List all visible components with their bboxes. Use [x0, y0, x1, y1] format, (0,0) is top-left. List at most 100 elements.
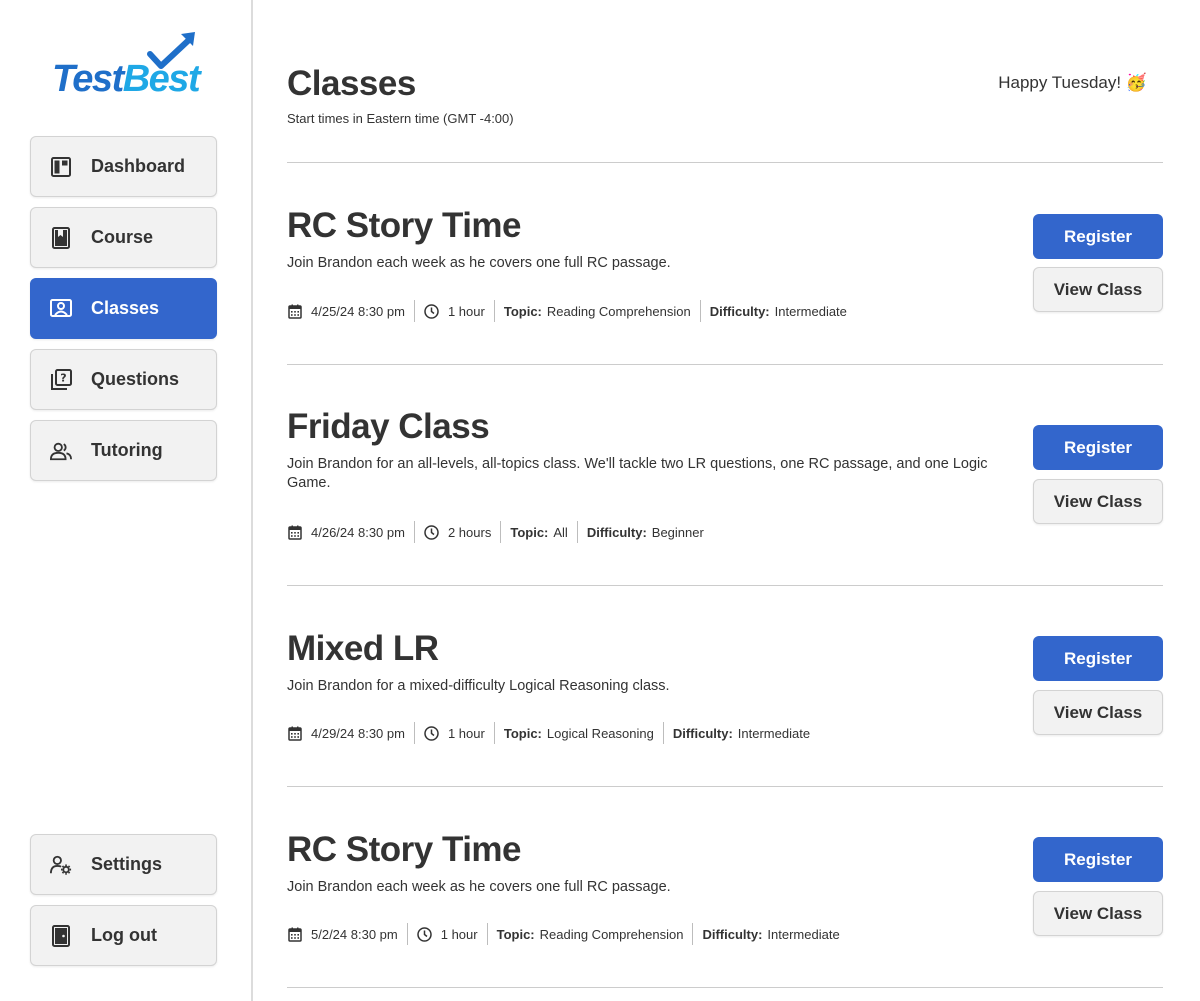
dashboard-icon: [50, 156, 72, 178]
difficulty-label: Difficulty:: [709, 303, 770, 319]
sidebar-item-label: Log out: [91, 925, 157, 945]
logo[interactable]: TestBest: [52, 32, 201, 100]
topic-label: Topic:: [496, 926, 535, 942]
sidebar-item-label: Tutoring: [91, 440, 163, 460]
class-duration: 1 hour: [440, 926, 478, 942]
sidebar-item-settings[interactable]: Settings: [30, 834, 217, 895]
register-button[interactable]: Register: [1033, 636, 1163, 681]
sidebar-item-label: Classes: [91, 298, 160, 318]
class-description: Join Brandon each week as he covers one …: [287, 879, 671, 895]
divider: [287, 364, 1163, 365]
divider: [287, 987, 1163, 988]
logo-text: TestBest: [52, 58, 201, 100]
class-description: Join Brandon for an all-levels, all-topi…: [287, 456, 988, 491]
class-topic: Logical Reasoning: [546, 725, 654, 741]
class-title: Mixed LR: [287, 629, 439, 668]
sidebar-item-label: Course: [91, 227, 154, 247]
sidebar-item-dashboard[interactable]: Dashboard: [30, 136, 217, 197]
meta-separator: [699, 300, 701, 322]
divider: [287, 585, 1163, 586]
sidebar-item-logout[interactable]: Log out: [30, 905, 217, 966]
presenter-icon: [50, 298, 72, 320]
divider: [287, 162, 1163, 163]
sidebar-item-tutoring[interactable]: Tutoring: [30, 420, 217, 481]
logo-text-part2: Best: [122, 58, 201, 100]
class-difficulty: Intermediate: [737, 725, 811, 741]
class-duration: 1 hour: [447, 725, 485, 741]
difficulty-label: Difficulty:: [672, 725, 733, 741]
class-duration: 1 hour: [447, 303, 485, 319]
sidebar-item-questions[interactable]: ? Questions: [30, 349, 217, 410]
meta-separator: [662, 722, 664, 744]
register-button[interactable]: Register: [1033, 837, 1163, 882]
class-datetime: 5/2/24 8:30 pm: [311, 926, 398, 942]
class-difficulty: Intermediate: [767, 926, 840, 942]
class-title: Friday Class: [287, 407, 490, 446]
class-meta: 5/2/24 8:30 pm 1 hour Topic: Reading Comp…: [287, 923, 840, 945]
meta-separator: [500, 521, 502, 543]
meta-separator: [413, 300, 415, 322]
sidebar-item-classes[interactable]: Classes: [30, 278, 217, 339]
view-class-button[interactable]: View Class: [1033, 267, 1163, 312]
meta-separator: [493, 300, 495, 322]
class-meta: 4/26/24 8:30 pm 2 hours Topic: All Diffic…: [287, 521, 704, 543]
calendar-icon: [287, 303, 303, 319]
user-gear-icon: [50, 854, 72, 876]
class-datetime: 4/25/24 8:30 pm: [311, 303, 405, 319]
door-icon: [50, 924, 72, 947]
meta-separator: [493, 722, 495, 744]
class-description: Join Brandon each week as he covers one …: [287, 255, 671, 271]
class-duration: 2 hours: [447, 524, 492, 540]
class-meta: 4/29/24 8:30 pm 1 hour Topic: Logical Rea…: [287, 722, 810, 744]
clock-icon: [417, 926, 433, 942]
app: TestBest Dashboard Course Classes ? Ques…: [0, 0, 1200, 1001]
meta-separator: [406, 923, 408, 945]
clock-icon: [424, 524, 440, 540]
view-class-button[interactable]: View Class: [1033, 891, 1163, 936]
register-button[interactable]: Register: [1033, 214, 1163, 259]
book-icon: [50, 226, 72, 249]
class-topic: All: [553, 524, 568, 540]
calendar-icon: [287, 524, 303, 540]
class-difficulty: Intermediate: [774, 303, 847, 319]
meta-separator: [413, 722, 415, 744]
sidebar-item-course[interactable]: Course: [30, 207, 217, 268]
calendar-icon: [287, 926, 303, 942]
class-datetime: 4/29/24 8:30 pm: [311, 725, 405, 741]
sidebar-item-label: Dashboard: [91, 156, 186, 176]
topic-label: Topic:: [503, 303, 542, 319]
meta-separator: [486, 923, 488, 945]
topic-label: Topic:: [503, 725, 542, 741]
class-meta: 4/25/24 8:30 pm 1 hour Topic: Reading Com…: [287, 300, 847, 322]
class-title: RC Story Time: [287, 206, 522, 245]
class-topic: Reading Comprehension: [539, 926, 684, 942]
difficulty-label: Difficulty:: [702, 926, 763, 942]
difficulty-label: Difficulty:: [586, 524, 647, 540]
sidebar: TestBest Dashboard Course Classes ? Ques…: [0, 0, 253, 1001]
meta-separator: [692, 923, 694, 945]
clock-icon: [424, 725, 440, 741]
question-stack-icon: ?: [50, 368, 72, 391]
divider: [287, 786, 1163, 787]
view-class-button[interactable]: View Class: [1033, 690, 1163, 735]
class-difficulty: Beginner: [651, 524, 704, 540]
meta-separator: [576, 521, 578, 543]
sidebar-item-label: Settings: [91, 854, 163, 874]
page-title: Classes: [287, 64, 416, 103]
class-title: RC Story Time: [287, 830, 522, 869]
class-topic: Reading Comprehension: [546, 303, 691, 319]
register-button[interactable]: Register: [1033, 425, 1163, 470]
clock-icon: [424, 303, 440, 319]
view-class-button[interactable]: View Class: [1033, 479, 1163, 524]
class-description: Join Brandon for a mixed-difficulty Logi…: [287, 678, 670, 694]
main-content: Classes Start times in Eastern time (GMT…: [287, 0, 1163, 1001]
logo-text-part1: Test: [52, 58, 124, 100]
class-datetime: 4/26/24 8:30 pm: [311, 524, 405, 540]
meta-separator: [413, 521, 415, 543]
people-icon: [50, 440, 72, 462]
topic-label: Topic:: [510, 524, 549, 540]
greeting: Happy Tuesday! 🥳: [998, 73, 1147, 92]
svg-text:?: ?: [60, 371, 66, 384]
sidebar-item-label: Questions: [91, 369, 180, 389]
calendar-icon: [287, 725, 303, 741]
